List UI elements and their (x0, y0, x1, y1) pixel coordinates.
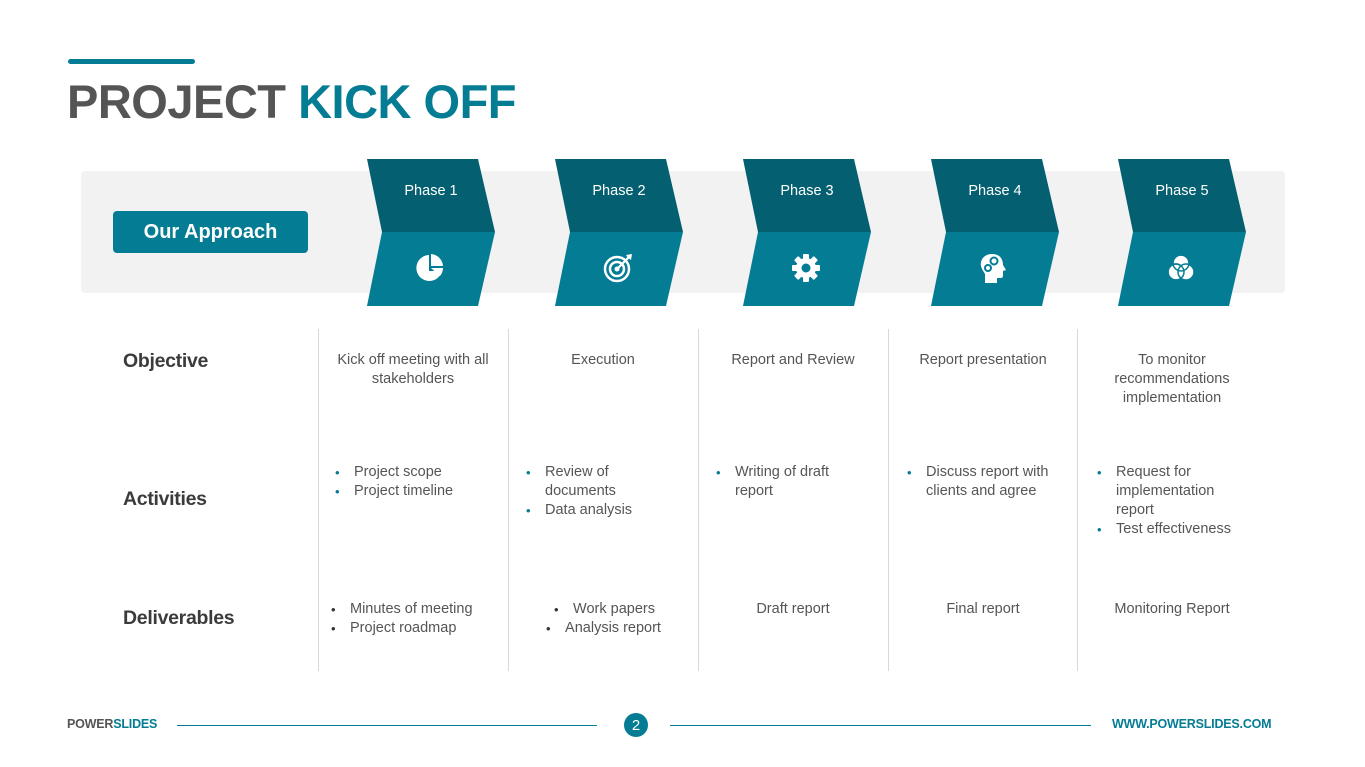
gear-icon (792, 254, 820, 282)
column-divider (888, 329, 889, 671)
footer-line-right (670, 725, 1091, 726)
brand-part-2: SLIDES (113, 717, 158, 731)
phase-4-label: Phase 4 (968, 183, 1022, 199)
phase-3[interactable]: Phase 3 (743, 159, 873, 306)
column-divider (508, 329, 509, 671)
row-label-objective: Objective (123, 350, 209, 372)
column-divider (698, 329, 699, 671)
title-accent-bar (68, 59, 195, 64)
phase-2-label: Phase 2 (592, 183, 646, 199)
deliverable-item: Analysis report (545, 619, 661, 638)
deliverable-item: Minutes of meeting (330, 600, 505, 619)
deliverable-phase-3: Draft report (756, 601, 830, 617)
activities-phase-2: Review of documents Data analysis (525, 463, 655, 520)
deliverable-item: Project roadmap (330, 619, 505, 638)
page-number-badge: 2 (624, 713, 648, 737)
activity-item: Project timeline (334, 482, 494, 501)
column-divider (1077, 329, 1078, 671)
objective-phase-3: Report and Review (731, 352, 855, 368)
title-part-2: KICK OFF (298, 75, 516, 128)
activity-item: Writing of draft report (715, 463, 865, 501)
objective-phase-2: Execution (571, 352, 635, 368)
row-label-activities: Activities (123, 488, 207, 510)
objective-phase-5: To monitor recommendations implementatio… (1114, 352, 1230, 406)
page-title: PROJECT KICK OFF (67, 74, 516, 130)
phase-1-label: Phase 1 (404, 183, 458, 199)
activities-phase-5: Request for implementation report Test e… (1096, 463, 1256, 539)
brand-part-1: POWER (67, 717, 114, 731)
activity-item: Review of documents (525, 463, 655, 501)
activity-item: Project scope (334, 463, 494, 482)
activity-item: Discuss report with clients and agree (906, 463, 1051, 501)
phase-2[interactable]: Phase 2 (555, 159, 685, 306)
activities-phase-3: Writing of draft report (715, 463, 865, 501)
activity-item: Request for implementation report (1096, 463, 1256, 520)
objective-phase-1: Kick off meeting with all stakeholders (337, 352, 489, 387)
column-divider (318, 329, 319, 671)
phase-1[interactable]: Phase 1 (367, 159, 497, 306)
head-gears-icon (980, 254, 1006, 283)
deliverable-item: Work papers (553, 600, 669, 619)
phase-4[interactable]: Phase 4 (931, 159, 1061, 306)
footer-url-link[interactable]: WWW.POWERSLIDES.COM (1112, 717, 1272, 731)
activities-phase-4: Discuss report with clients and agree (906, 463, 1051, 501)
activities-phase-1: Project scope Project timeline (334, 463, 494, 501)
footer-line-left (177, 725, 597, 726)
deliverable-phase-4: Final report (946, 601, 1020, 617)
deliverables-phase-2: Work papers Analysis report (518, 600, 688, 638)
deliverables-phase-1: Minutes of meeting Project roadmap (330, 600, 505, 638)
venn-diagram-icon (1167, 254, 1195, 281)
our-approach-button[interactable]: Our Approach (113, 211, 308, 253)
target-icon (603, 254, 632, 283)
deliverable-phase-5: Monitoring Report (1114, 601, 1230, 617)
phase-5-label: Phase 5 (1155, 183, 1209, 199)
activity-item: Data analysis (525, 501, 655, 520)
title-part-1: PROJECT (67, 75, 286, 128)
phase-5[interactable]: Phase 5 (1118, 159, 1248, 306)
footer-brand-logo: POWERSLIDES (67, 717, 157, 731)
row-label-deliverables: Deliverables (123, 607, 235, 629)
objective-phase-4: Report presentation (919, 352, 1047, 368)
phase-3-label: Phase 3 (780, 183, 834, 199)
activity-item: Test effectiveness (1096, 520, 1256, 539)
pie-chart-icon (416, 254, 443, 281)
